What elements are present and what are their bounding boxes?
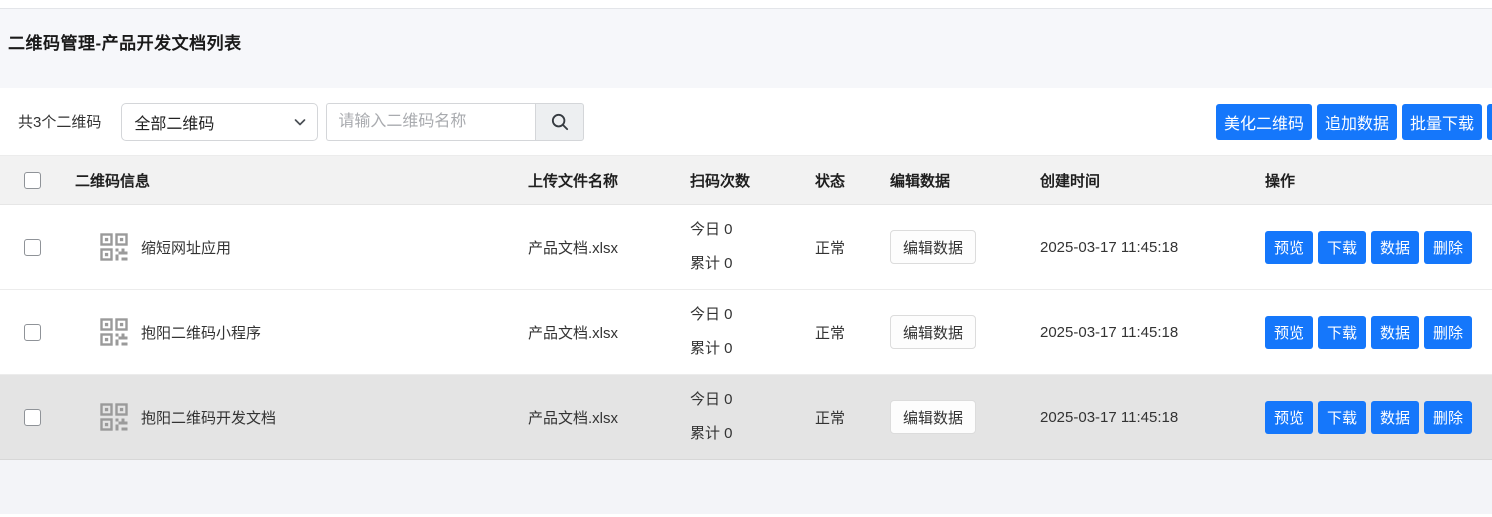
scan-count-cell: 今日 0 累计 0 — [683, 383, 813, 451]
created-time: 2025-03-17 11:45:18 — [1040, 239, 1265, 256]
edit-data-button[interactable]: 编辑数据 — [890, 230, 976, 264]
header-created: 创建时间 — [1040, 170, 1265, 191]
batch-download-button[interactable]: 批量下载 — [1402, 104, 1482, 140]
table-header-row: 二维码信息 上传文件名称 扫码次数 状态 编辑数据 创建时间 操作 — [0, 155, 1492, 205]
upload-file-name: 产品文档.xlsx — [520, 237, 683, 258]
header-scans: 扫码次数 — [683, 170, 813, 191]
row-actions-cell: 预览 下载 数据 删除 — [1265, 401, 1492, 434]
select-all-checkbox[interactable] — [24, 172, 41, 189]
beautify-qr-button[interactable]: 美化二维码 — [1216, 104, 1312, 140]
edit-data-button[interactable]: 编辑数据 — [890, 315, 976, 349]
toolbar: 共3个二维码 全部二维码 美化二维码 追加数据 批量下载 — [0, 88, 1492, 155]
delete-button[interactable]: 删除 — [1424, 401, 1472, 434]
page-title: 二维码管理-产品开发文档列表 — [8, 29, 1492, 54]
scans-today: 今日 0 — [690, 213, 813, 247]
toolbar-actions: 美化二维码 追加数据 批量下载 — [1216, 104, 1492, 140]
scans-total: 累计 0 — [690, 417, 813, 451]
row-checkbox[interactable] — [24, 409, 41, 426]
status-text: 正常 — [813, 322, 890, 343]
row-checkbox-cell — [0, 239, 75, 256]
search-icon — [549, 111, 571, 133]
header-edit: 编辑数据 — [890, 170, 1040, 191]
status-text: 正常 — [813, 407, 890, 428]
edit-data-cell: 编辑数据 — [890, 400, 1040, 434]
data-button[interactable]: 数据 — [1371, 231, 1419, 264]
preview-button[interactable]: 预览 — [1265, 316, 1313, 349]
qr-name[interactable]: 抱阳二维码开发文档 — [141, 407, 276, 428]
search-input[interactable] — [326, 103, 535, 141]
top-strip — [0, 0, 1492, 8]
data-button[interactable]: 数据 — [1371, 316, 1419, 349]
qr-info-cell: 缩短网址应用 — [75, 233, 520, 261]
edit-data-button[interactable]: 编辑数据 — [890, 400, 976, 434]
header-file: 上传文件名称 — [520, 170, 683, 191]
scans-total: 累计 0 — [690, 247, 813, 281]
qr-code-icon — [100, 403, 128, 431]
row-actions-cell: 预览 下载 数据 删除 — [1265, 316, 1492, 349]
edit-data-cell: 编辑数据 — [890, 230, 1040, 264]
qr-filter-select[interactable]: 全部二维码 — [121, 103, 318, 141]
delete-button[interactable]: 删除 — [1424, 316, 1472, 349]
row-checkbox-cell — [0, 324, 75, 341]
qr-name[interactable]: 缩短网址应用 — [141, 237, 231, 258]
header-checkbox-cell — [0, 172, 75, 189]
created-time: 2025-03-17 11:45:18 — [1040, 324, 1265, 341]
qr-filter-select-value: 全部二维码 — [134, 110, 214, 134]
search-group — [326, 103, 584, 141]
scan-count-cell: 今日 0 累计 0 — [683, 213, 813, 281]
qr-info-cell: 抱阳二维码开发文档 — [75, 403, 520, 431]
header-actions: 操作 — [1265, 170, 1492, 191]
header-status: 状态 — [813, 170, 890, 191]
delete-button[interactable]: 删除 — [1424, 231, 1472, 264]
qr-code-icon — [100, 233, 128, 261]
chevron-down-icon — [293, 115, 307, 129]
scan-count-cell: 今日 0 累计 0 — [683, 298, 813, 366]
upload-file-name: 产品文档.xlsx — [520, 322, 683, 343]
upload-file-name: 产品文档.xlsx — [520, 407, 683, 428]
data-button[interactable]: 数据 — [1371, 401, 1419, 434]
table-row: 抱阳二维码小程序 产品文档.xlsx 今日 0 累计 0 正常 编辑数据 202… — [0, 290, 1492, 375]
append-data-button[interactable]: 追加数据 — [1317, 104, 1397, 140]
scans-total: 累计 0 — [690, 332, 813, 366]
title-band: 二维码管理-产品开发文档列表 — [0, 8, 1492, 88]
row-checkbox[interactable] — [24, 239, 41, 256]
scans-today: 今日 0 — [690, 383, 813, 417]
download-button[interactable]: 下载 — [1318, 316, 1366, 349]
edit-data-cell: 编辑数据 — [890, 315, 1040, 349]
preview-button[interactable]: 预览 — [1265, 401, 1313, 434]
qr-management-page: 二维码管理-产品开发文档列表 共3个二维码 全部二维码 美化二维码 — [0, 0, 1492, 517]
qr-info-cell: 抱阳二维码小程序 — [75, 318, 520, 346]
row-checkbox[interactable] — [24, 324, 41, 341]
scans-today: 今日 0 — [690, 298, 813, 332]
table-row: 抱阳二维码开发文档 产品文档.xlsx 今日 0 累计 0 正常 编辑数据 20… — [0, 375, 1492, 460]
table-row: 缩短网址应用 产品文档.xlsx 今日 0 累计 0 正常 编辑数据 2025-… — [0, 205, 1492, 290]
header-info: 二维码信息 — [75, 170, 520, 191]
created-time: 2025-03-17 11:45:18 — [1040, 409, 1265, 426]
content-card: 共3个二维码 全部二维码 美化二维码 追加数据 批量下载 — [0, 88, 1492, 460]
partially-visible-button[interactable] — [1487, 104, 1492, 140]
download-button[interactable]: 下载 — [1318, 401, 1366, 434]
qr-total-count: 共3个二维码 — [18, 111, 101, 132]
qr-code-icon — [100, 318, 128, 346]
row-checkbox-cell — [0, 409, 75, 426]
row-actions-cell: 预览 下载 数据 删除 — [1265, 231, 1492, 264]
status-text: 正常 — [813, 237, 890, 258]
search-button[interactable] — [535, 103, 584, 141]
page-background-area — [0, 460, 1492, 514]
qr-name[interactable]: 抱阳二维码小程序 — [141, 322, 261, 343]
download-button[interactable]: 下载 — [1318, 231, 1366, 264]
preview-button[interactable]: 预览 — [1265, 231, 1313, 264]
